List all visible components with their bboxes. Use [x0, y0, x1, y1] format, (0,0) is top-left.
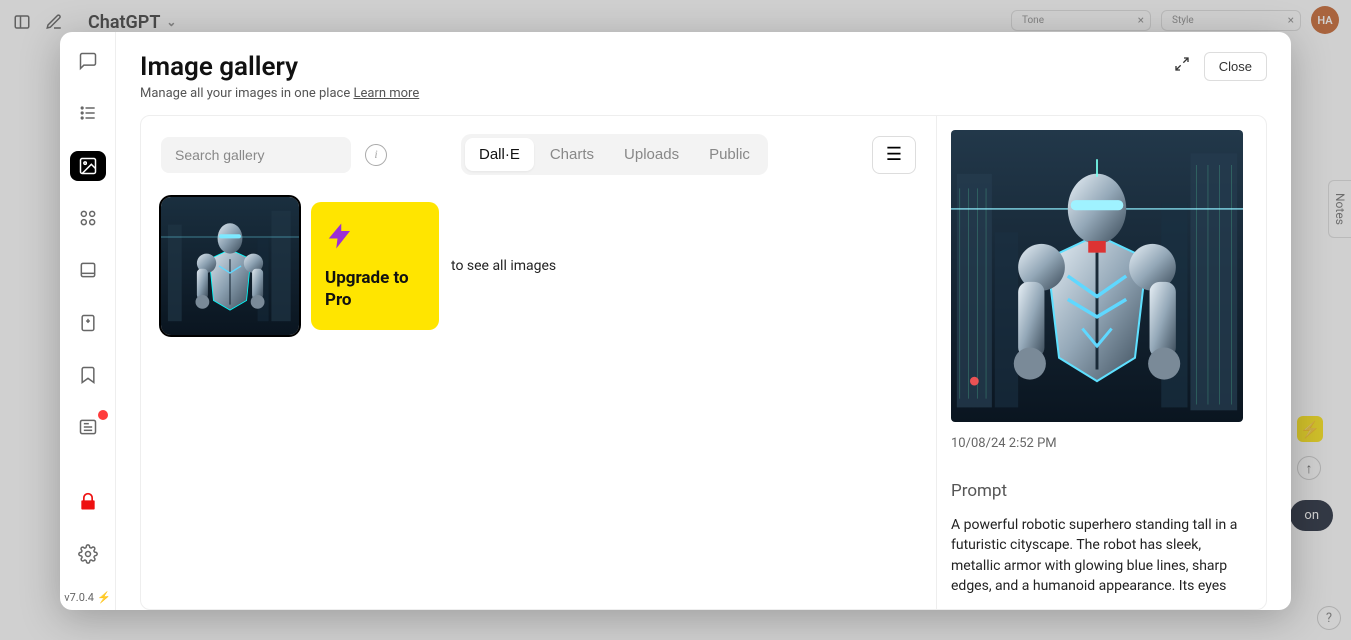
modal-title: Image gallery — [140, 52, 419, 82]
bookmark-icon[interactable] — [70, 360, 106, 390]
hamburger-button[interactable]: ☰ — [872, 136, 916, 174]
gallery-tiles: Upgrade to Pro to see all images — [161, 197, 916, 335]
prompt-text: A powerful robotic superhero standing ta… — [951, 515, 1252, 596]
detail-image — [951, 130, 1243, 422]
modal-header-right: Close — [1170, 52, 1267, 81]
gallery-pane: i Dall·E Charts Uploads Public ☰ — [141, 116, 936, 609]
lock-icon[interactable] — [70, 486, 106, 516]
search-input[interactable] — [161, 137, 351, 173]
expand-button[interactable] — [1170, 52, 1194, 81]
detail-pane: 10/08/24 2:52 PM Prompt A powerful robot… — [936, 116, 1266, 609]
gear-icon[interactable] — [70, 539, 106, 569]
image-gallery-icon[interactable] — [70, 151, 106, 181]
modal-sidebar: v7.0.4 ⚡ — [60, 32, 116, 610]
tab-public[interactable]: Public — [695, 138, 764, 171]
book-icon[interactable] — [70, 307, 106, 337]
notification-dot-icon — [98, 410, 108, 420]
upgrade-suffix: to see all images — [451, 258, 556, 274]
gallery-toolbar: i Dall·E Charts Uploads Public ☰ — [161, 134, 916, 175]
bolt-icon — [325, 221, 425, 259]
version-label: v7.0.4 ⚡ — [64, 591, 110, 610]
upgrade-tile[interactable]: Upgrade to Pro — [311, 202, 439, 330]
tab-uploads[interactable]: Uploads — [610, 138, 693, 171]
modal-header: Image gallery Manage all your images in … — [140, 52, 1267, 101]
modal-header-left: Image gallery Manage all your images in … — [140, 52, 419, 101]
modal-body: Image gallery Manage all your images in … — [116, 32, 1291, 610]
modal-subtitle: Manage all your images in one place Lear… — [140, 86, 419, 101]
note-icon[interactable] — [70, 255, 106, 285]
info-icon[interactable]: i — [365, 144, 387, 166]
image-gallery-modal: v7.0.4 ⚡ Image gallery Manage all your i… — [60, 32, 1291, 610]
learn-more-link[interactable]: Learn more — [353, 86, 419, 101]
upgrade-label: Upgrade to Pro — [325, 267, 425, 311]
list-icon[interactable] — [70, 98, 106, 128]
gallery-thumbnail[interactable] — [161, 197, 299, 335]
version-text: v7.0.4 — [64, 591, 94, 604]
news-icon[interactable] — [70, 412, 106, 442]
subtitle-text: Manage all your images in one place — [140, 86, 353, 101]
bolt-icon: ⚡ — [97, 591, 111, 604]
content-panel: i Dall·E Charts Uploads Public ☰ — [140, 115, 1267, 610]
prompt-heading: Prompt — [951, 481, 1252, 501]
apps-icon[interactable] — [70, 203, 106, 233]
detail-timestamp: 10/08/24 2:52 PM — [951, 436, 1252, 451]
tab-dalle[interactable]: Dall·E — [465, 138, 534, 171]
chat-icon[interactable] — [70, 46, 106, 76]
close-button[interactable]: Close — [1204, 52, 1267, 81]
tab-charts[interactable]: Charts — [536, 138, 608, 171]
gallery-tabs: Dall·E Charts Uploads Public — [461, 134, 768, 175]
